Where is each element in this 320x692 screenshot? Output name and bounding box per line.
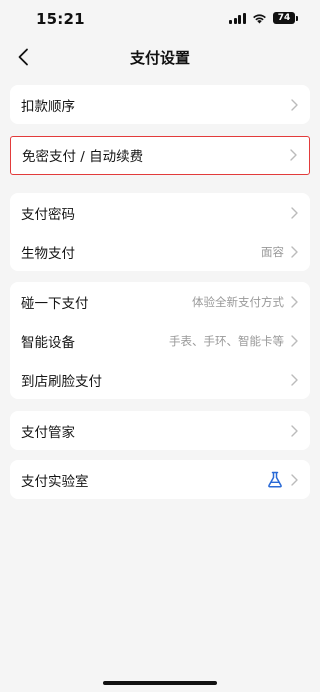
card-payment-methods: 碰一下支付 体验全新支付方式 智能设备 手表、手环、智能卡等 到店刷脸支付 — [10, 282, 310, 399]
chevron-right-icon — [290, 245, 298, 258]
row-payment-butler[interactable]: 支付管家 — [10, 411, 310, 450]
row-deduction-order[interactable]: 扣款顺序 — [10, 85, 310, 124]
chevron-right-icon — [290, 98, 298, 111]
card-payment-butler: 支付管家 — [10, 411, 310, 450]
row-label: 扣款顺序 — [21, 98, 75, 115]
row-label: 支付密码 — [21, 206, 75, 223]
row-value: 体验全新支付方式 — [192, 294, 284, 309]
status-icons: 74 — [229, 12, 298, 24]
chevron-right-icon — [290, 334, 298, 347]
status-time: 15:21 — [36, 10, 85, 28]
row-label: 支付管家 — [21, 424, 75, 441]
row-biometric-payment[interactable]: 生物支付 面容 — [10, 232, 310, 271]
chevron-right-icon — [290, 373, 298, 386]
card-security: 支付密码 生物支付 面容 — [10, 193, 310, 271]
flask-icon — [267, 471, 283, 488]
battery-level: 74 — [273, 12, 295, 24]
row-label: 碰一下支付 — [21, 295, 89, 312]
row-face-pay-in-store[interactable]: 到店刷脸支付 — [10, 360, 310, 399]
chevron-right-icon — [289, 149, 297, 161]
row-label: 支付实验室 — [21, 473, 89, 490]
chevron-right-icon — [290, 206, 298, 219]
cellular-signal-icon — [229, 12, 246, 24]
row-label: 到店刷脸支付 — [21, 373, 102, 390]
chevron-right-icon — [290, 424, 298, 437]
home-indicator[interactable] — [103, 681, 217, 685]
card-deduction-order: 扣款顺序 — [10, 85, 310, 124]
row-value: 面容 — [261, 244, 284, 259]
chevron-right-icon — [290, 295, 298, 308]
row-label: 智能设备 — [21, 334, 75, 351]
row-password-free-payment[interactable]: 免密支付 / 自动续费 — [11, 137, 309, 173]
row-payment-lab[interactable]: 支付实验室 — [10, 460, 310, 499]
row-smart-devices[interactable]: 智能设备 手表、手环、智能卡等 — [10, 321, 310, 360]
nav-header: 支付设置 — [0, 38, 320, 78]
row-value: 手表、手环、智能卡等 — [169, 333, 284, 348]
card-password-free-payment: 免密支付 / 自动续费 — [10, 136, 310, 175]
wifi-icon — [252, 13, 267, 24]
row-payment-password[interactable]: 支付密码 — [10, 193, 310, 232]
battery-icon: 74 — [273, 12, 298, 24]
row-tap-to-pay[interactable]: 碰一下支付 体验全新支付方式 — [10, 282, 310, 321]
card-payment-lab: 支付实验室 — [10, 460, 310, 499]
chevron-right-icon — [290, 473, 298, 486]
row-label: 免密支付 / 自动续费 — [22, 149, 144, 165]
status-bar: 15:21 74 — [0, 0, 320, 38]
page-title: 支付设置 — [129, 49, 190, 67]
row-label: 生物支付 — [21, 245, 75, 262]
